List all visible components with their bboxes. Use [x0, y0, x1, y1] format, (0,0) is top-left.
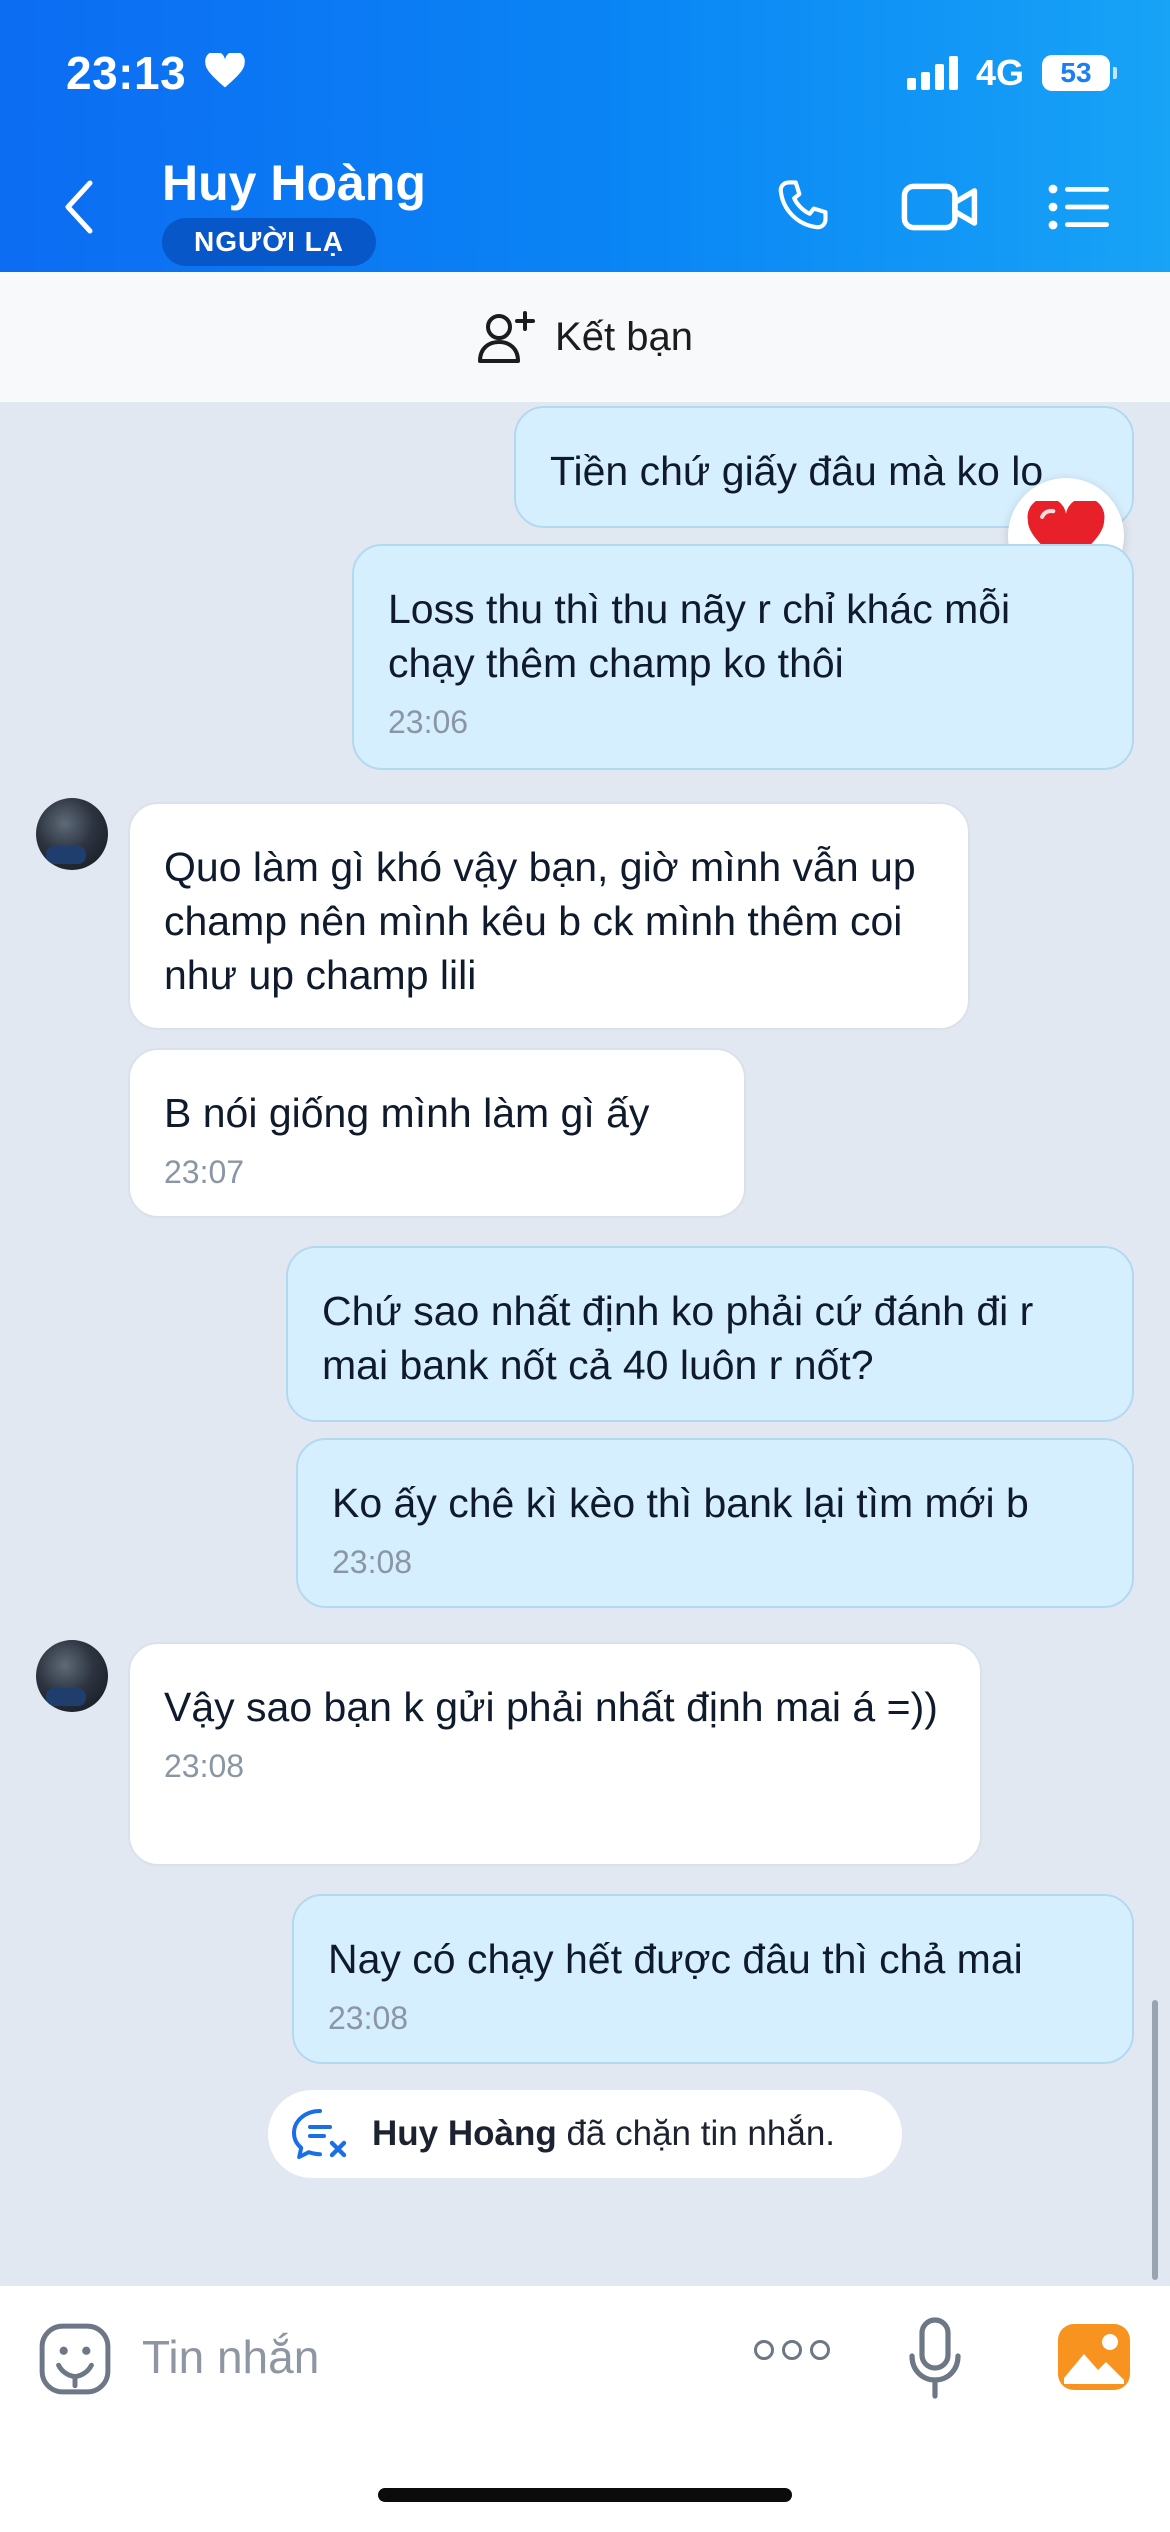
chevron-left-icon [65, 180, 93, 234]
message-bubble[interactable]: Vậy sao bạn k gửi phải nhất định mai á =… [128, 1642, 982, 1866]
photo-gallery-button[interactable] [1056, 2322, 1132, 2397]
chat-header: 23:13 4G 53 Huy Hoàng NGƯỜI LẠ [0, 0, 1170, 272]
microphone-icon [909, 2317, 961, 2399]
image-icon [1058, 2324, 1130, 2390]
contact-avatar[interactable] [36, 798, 108, 870]
message-text: Quo làm gì khó vậy bạn, giờ mình vẫn up … [164, 844, 916, 998]
message-bubble[interactable]: Ko ấy chê kì kèo thì bank lại tìm mới b … [296, 1438, 1134, 1608]
battery-icon: 53 [1042, 55, 1117, 91]
message-bubble[interactable]: Quo làm gì khó vậy bạn, giờ mình vẫn up … [128, 802, 970, 1030]
message-text: Loss thu thì thu nãy r chỉ khác mỗi chạy… [388, 586, 1011, 686]
back-button[interactable] [60, 172, 120, 242]
home-indicator [378, 2488, 792, 2502]
add-friend-bar[interactable]: Kết bạn [0, 272, 1170, 402]
video-call-button[interactable] [900, 172, 980, 242]
message-text: Ko ấy chê kì kèo thì bank lại tìm mới b [332, 1480, 1029, 1526]
message-time: 23:08 [328, 2000, 409, 2036]
video-camera-icon [901, 183, 978, 231]
voice-message-button[interactable] [908, 2316, 962, 2405]
heart-status-icon [205, 46, 246, 100]
message-text: Tiền chứ giấy đâu mà ko lo [550, 448, 1044, 494]
add-friend-label: Kết bạn [555, 314, 693, 359]
options-menu-button[interactable] [1046, 172, 1112, 242]
message-bubble[interactable]: B nói giống mình làm gì ấy 23:07 [128, 1048, 746, 1218]
status-indicators: 4G 53 [906, 52, 1117, 94]
message-text: Vậy sao bạn k gửi phải nhất định mai á =… [164, 1684, 938, 1730]
message-bubble[interactable]: Loss thu thì thu nãy r chỉ khác mỗi chạy… [352, 544, 1134, 770]
message-text: B nói giống mình làm gì ấy [164, 1090, 650, 1136]
signal-icon [906, 56, 958, 90]
sticker-button[interactable] [38, 2322, 112, 2401]
network-type: 4G [975, 52, 1024, 93]
more-options-button[interactable] [752, 2336, 832, 2369]
status-time: 23:13 [66, 46, 246, 100]
contact-name[interactable]: Huy Hoàng [162, 154, 426, 212]
voice-call-button[interactable] [768, 172, 838, 242]
message-time: 23:08 [332, 1544, 413, 1580]
message-bubble[interactable]: Chứ sao nhất định ko phải cứ đánh đi r m… [286, 1246, 1134, 1422]
message-time: 23:07 [164, 1154, 245, 1190]
message-text: Nay có chạy hết được đâu thì chả mai [328, 1936, 1023, 1982]
stranger-badge: NGƯỜI LẠ [162, 218, 376, 266]
contact-avatar[interactable] [36, 1640, 108, 1712]
blocked-notice: Huy Hoàng đã chặn tin nhắn. [268, 2090, 902, 2178]
more-dots-icon [754, 2340, 830, 2360]
sticker-icon [39, 2323, 111, 2395]
list-menu-icon [1048, 184, 1109, 230]
message-bubble[interactable]: Nay có chạy hết được đâu thì chả mai 23:… [292, 1894, 1134, 2064]
add-user-icon [478, 311, 536, 363]
message-input[interactable]: Tin nhắn [142, 2330, 319, 2384]
message-time: 23:06 [388, 704, 469, 740]
message-text: Chứ sao nhất định ko phải cứ đánh đi r m… [322, 1288, 1034, 1388]
blocked-notice-text: Huy Hoàng đã chặn tin nhắn. [372, 2114, 836, 2153]
blocked-message-icon [292, 2109, 347, 2159]
scrollbar[interactable] [1152, 2000, 1158, 2280]
message-time: 23:08 [164, 1748, 245, 1784]
phone-icon [778, 180, 828, 230]
